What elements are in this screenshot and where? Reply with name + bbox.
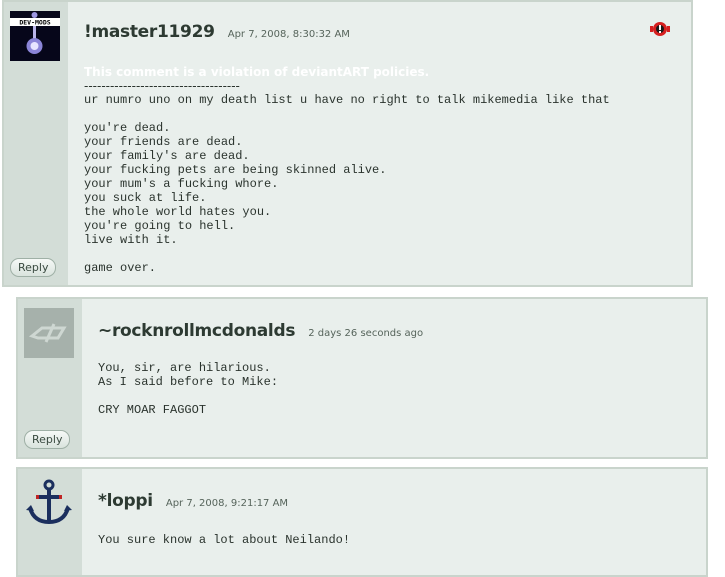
username-link[interactable]: ~rocknrollmcdonalds — [98, 321, 295, 341]
comment-body: !master11929 Apr 7, 2008, 8:30:32 AM Thi… — [84, 2, 679, 285]
comment-text: You sure know a lot about Neilando! — [98, 533, 351, 547]
comment-sidebar: DEV-MODS Reply — [4, 2, 68, 285]
avatar-label: DEV-MODS — [19, 19, 50, 27]
comment-header: !master11929 Apr 7, 2008, 8:30:32 AM — [84, 22, 350, 42]
comment-date[interactable]: 2 days 26 seconds ago — [308, 328, 423, 339]
username-link[interactable]: *loppi — [98, 491, 153, 511]
deviantart-logo-icon[interactable] — [24, 308, 74, 358]
violation-notice: This comment is a violation of deviantAR… — [84, 65, 430, 79]
comment-date[interactable]: Apr 7, 2008, 9:21:17 AM — [166, 498, 288, 509]
comment-text: You, sir, are hilarious. As I said befor… — [98, 361, 279, 417]
anchor-icon[interactable] — [24, 478, 74, 528]
reply-button[interactable]: Reply — [10, 258, 57, 277]
comment-body: *loppi Apr 7, 2008, 9:21:17 AM You sure … — [98, 469, 694, 575]
username-link[interactable]: !master11929 — [84, 22, 215, 42]
comment-header: ~rocknrollmcdonalds 2 days 26 seconds ag… — [98, 321, 423, 341]
comment-text: ur numro uno on my death list u have no … — [84, 93, 610, 275]
report-flag-icon[interactable] — [649, 20, 671, 38]
comment-sidebar — [18, 469, 82, 575]
comment-date[interactable]: Apr 7, 2008, 8:30:32 AM — [228, 29, 350, 40]
avatar[interactable]: DEV-MODS — [10, 11, 60, 61]
comment-body: ~rocknrollmcdonalds 2 days 26 seconds ag… — [98, 299, 694, 457]
reply-button[interactable]: Reply — [24, 430, 71, 449]
comment-master11929: DEV-MODS Reply !master11929 Apr 7, 2008,… — [2, 0, 693, 287]
comment-rocknrollmcdonalds: Reply ~rocknrollmcdonalds 2 days 26 seco… — [16, 297, 708, 459]
comment-header: *loppi Apr 7, 2008, 9:21:17 AM — [98, 491, 288, 511]
separator-line: ------------------------------------ — [84, 79, 240, 93]
comment-sidebar: Reply — [18, 299, 82, 457]
comment-loppi: *loppi Apr 7, 2008, 9:21:17 AM You sure … — [16, 467, 708, 577]
